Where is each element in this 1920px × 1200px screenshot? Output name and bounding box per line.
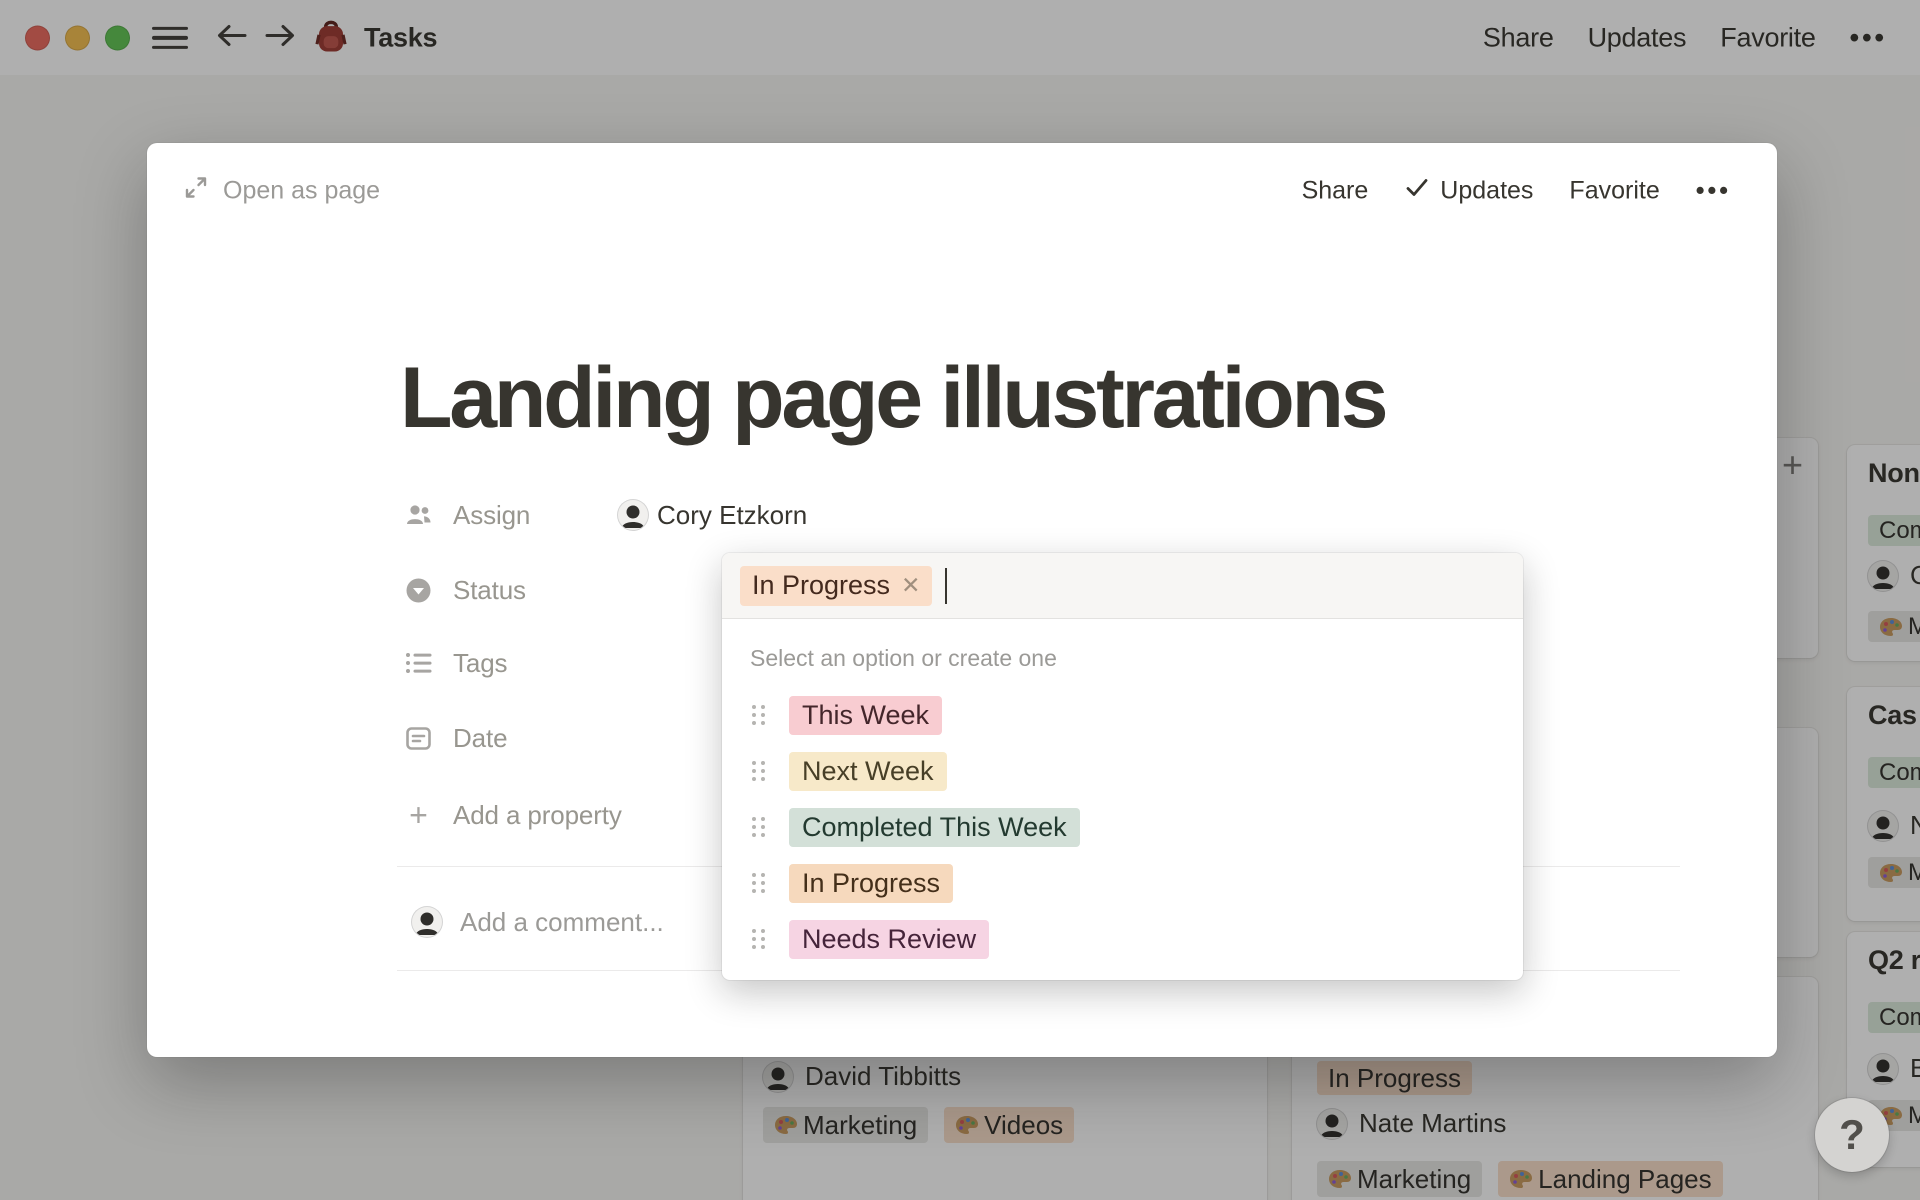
open-as-page-button[interactable]: Open as page bbox=[183, 175, 380, 208]
modal-favorite-button[interactable]: Favorite bbox=[1569, 177, 1659, 206]
avatar-cory bbox=[618, 500, 648, 530]
drag-handle-icon[interactable] bbox=[752, 929, 765, 949]
drag-handle-icon[interactable] bbox=[752, 761, 765, 781]
selected-status-chip: In Progress ✕ bbox=[740, 565, 933, 606]
dropdown-hint: Select an option or create one bbox=[750, 645, 1057, 671]
modal-updates-button[interactable]: Updates bbox=[1404, 175, 1533, 208]
x-icon[interactable]: ✕ bbox=[901, 572, 920, 599]
modal-share-button[interactable]: Share bbox=[1302, 177, 1369, 206]
property-row-status[interactable]: Status bbox=[405, 570, 526, 610]
option-completed-this-week[interactable]: Completed This Week bbox=[722, 799, 1523, 855]
property-value-assign[interactable]: Cory Etzkorn bbox=[618, 495, 807, 535]
assignee-name: Cory Etzkorn bbox=[657, 499, 808, 530]
user-avatar-icon bbox=[412, 907, 442, 937]
property-label: Status bbox=[453, 574, 526, 605]
property-row-assign[interactable]: Assign bbox=[405, 495, 530, 535]
calendar-icon bbox=[405, 725, 432, 752]
text-cursor bbox=[945, 567, 948, 604]
bullet-list-icon bbox=[405, 651, 432, 675]
expand-diagonal-icon bbox=[183, 175, 209, 208]
app-window: Tasks Share Updates Favorite ••• In Prog… bbox=[0, 0, 1920, 1200]
check-icon bbox=[1404, 175, 1430, 208]
add-property-button[interactable]: + Add a property bbox=[405, 795, 622, 835]
option-next-week[interactable]: Next Week bbox=[722, 743, 1523, 799]
status-select-dropdown: In Progress ✕ Select an option or create… bbox=[722, 553, 1523, 980]
option-in-progress[interactable]: In Progress bbox=[722, 855, 1523, 911]
drag-handle-icon[interactable] bbox=[752, 705, 765, 725]
property-label: Assign bbox=[453, 499, 531, 530]
property-label: Tags bbox=[453, 647, 508, 678]
plus-icon: + bbox=[409, 797, 428, 833]
open-as-page-label: Open as page bbox=[223, 176, 381, 205]
property-row-tags[interactable]: Tags bbox=[405, 643, 508, 683]
option-needs-review[interactable]: Needs Review bbox=[722, 911, 1523, 967]
option-this-week[interactable]: This Week bbox=[722, 687, 1523, 743]
modal-more-button[interactable]: ••• bbox=[1696, 177, 1731, 206]
drag-handle-icon[interactable] bbox=[752, 873, 765, 893]
help-button[interactable]: ? bbox=[1815, 1098, 1889, 1172]
people-icon bbox=[405, 503, 432, 527]
status-circle-icon bbox=[405, 577, 432, 604]
page-title[interactable]: Landing page illustrations bbox=[400, 343, 1389, 455]
property-label: Date bbox=[453, 722, 508, 753]
comment-placeholder: Add a comment... bbox=[460, 906, 664, 937]
add-property-label: Add a property bbox=[453, 799, 622, 830]
add-comment-row[interactable]: Add a comment... bbox=[412, 900, 664, 944]
status-select-input[interactable]: In Progress ✕ bbox=[722, 553, 1523, 619]
drag-handle-icon[interactable] bbox=[752, 817, 765, 837]
property-row-date[interactable]: Date bbox=[405, 718, 508, 758]
